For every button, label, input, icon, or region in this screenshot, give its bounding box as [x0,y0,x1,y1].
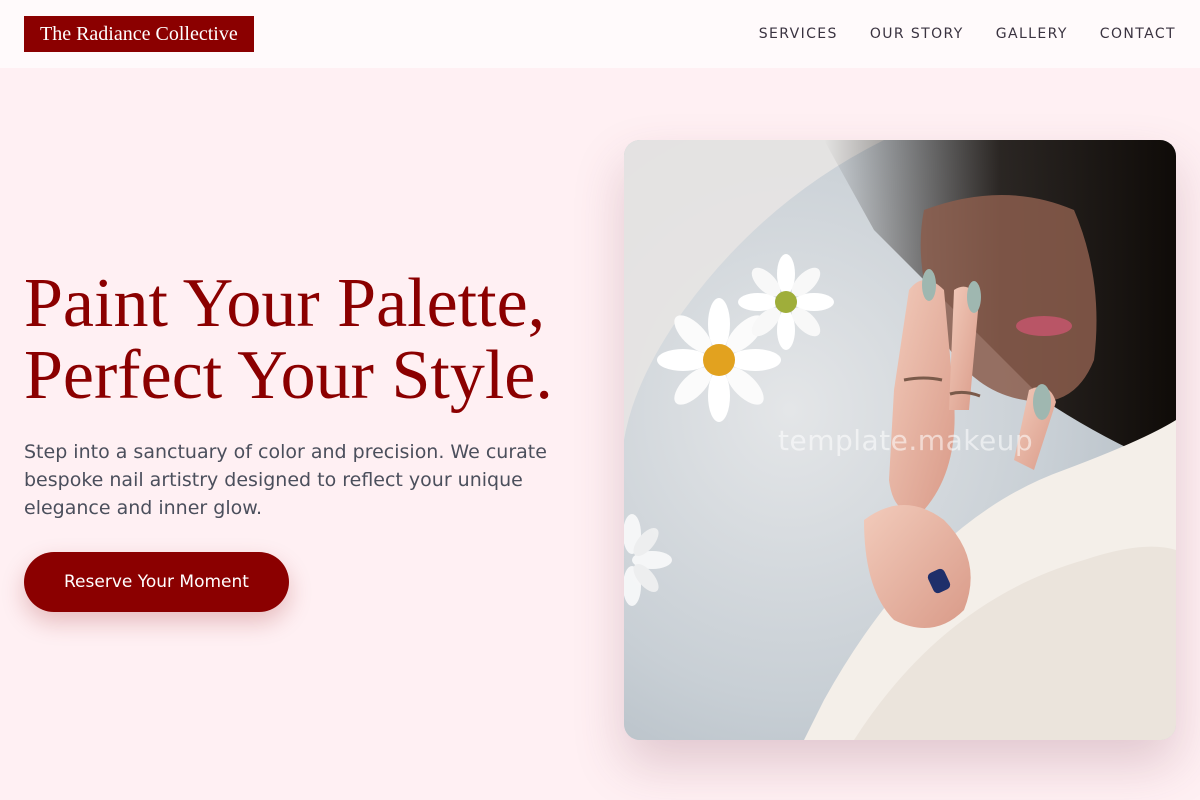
nav-link-our-story[interactable]: OUR STORY [870,26,964,42]
hero-title-line-2: Perfect Your Style. [24,337,553,414]
hero-title-line-1: Paint Your Palette, [24,265,546,342]
hero-title: Paint Your Palette, Perfect Your Style. [24,268,604,412]
nav-link-gallery[interactable]: GALLERY [996,26,1068,42]
hero-subtitle: Step into a sanctuary of color and preci… [24,441,547,519]
hero-section: Paint Your Palette, Perfect Your Style. … [24,268,604,612]
brand-logo[interactable]: The Radiance Collective [24,16,254,52]
hero-image: template.makeup [624,140,1176,740]
site-header: The Radiance Collective SERVICES OUR STO… [0,0,1200,68]
nav-link-services[interactable]: SERVICES [759,26,838,42]
nav-link-contact[interactable]: CONTACT [1100,26,1176,42]
reserve-button[interactable]: Reserve Your Moment [24,552,289,612]
image-watermark: template.makeup [778,424,1034,457]
main-nav: SERVICES OUR STORY GALLERY CONTACT [759,26,1176,42]
